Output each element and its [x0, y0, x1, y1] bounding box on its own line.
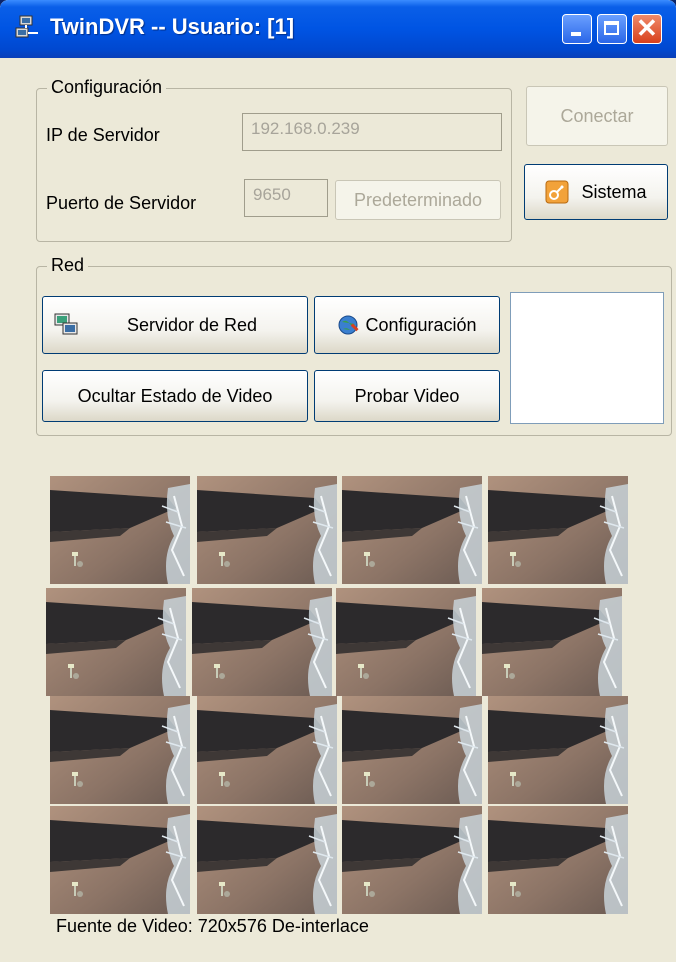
network-config-label: Configuración — [365, 314, 477, 335]
network-computer-icon — [15, 15, 38, 38]
camera-thumbnail[interactable] — [482, 588, 622, 696]
hide-video-status-button[interactable]: Ocultar Estado de Video — [42, 370, 308, 422]
camera-thumbnail[interactable] — [488, 476, 628, 584]
camera-thumbnail[interactable] — [342, 696, 482, 804]
video-source-status: Fuente de Video: 720x576 De-interlace — [56, 916, 369, 936]
camera-thumbnail[interactable] — [197, 476, 337, 584]
network-server-label: Servidor de Red — [126, 314, 258, 335]
system-button-label: Sistema — [581, 181, 647, 202]
key-icon — [545, 180, 569, 204]
maximize-button[interactable] — [597, 14, 627, 44]
test-video-button[interactable]: Probar Video — [314, 370, 500, 422]
app-window: TwinDVR -- Usuario: [1] ✕ Configuración … — [0, 0, 676, 962]
server-port-label: Puerto de Servidor — [46, 193, 197, 213]
minimize-icon — [571, 32, 581, 36]
camera-thumbnail[interactable] — [336, 588, 476, 696]
server-port-field[interactable]: 9650 — [244, 179, 328, 217]
camera-thumbnail[interactable] — [46, 588, 186, 696]
configuration-legend: Configuración — [47, 77, 167, 98]
close-button[interactable]: ✕ — [632, 13, 662, 44]
camera-thumbnail[interactable] — [50, 696, 190, 804]
camera-thumbnail[interactable] — [197, 806, 337, 914]
camera-thumbnail[interactable] — [342, 476, 482, 584]
connect-button[interactable]: Conectar — [526, 86, 668, 146]
close-icon: ✕ — [636, 13, 658, 43]
network-server-button[interactable]: Servidor de Red — [42, 296, 308, 354]
camera-thumbnail[interactable] — [50, 476, 190, 584]
network-server-icon — [54, 313, 78, 335]
network-config-button[interactable]: Configuración — [314, 296, 500, 354]
default-button[interactable]: Predeterminado — [335, 180, 501, 220]
server-ip-label: IP de Servidor — [46, 125, 160, 145]
camera-thumbnail[interactable] — [342, 806, 482, 914]
globe-tools-icon — [338, 315, 359, 335]
title-bar[interactable]: TwinDVR -- Usuario: [1] ✕ — [0, 0, 676, 58]
camera-thumbnail[interactable] — [197, 696, 337, 804]
network-legend: Red — [47, 255, 89, 276]
camera-thumbnail[interactable] — [50, 806, 190, 914]
camera-thumbnail[interactable] — [488, 696, 628, 804]
minimize-button[interactable] — [562, 14, 592, 44]
server-ip-field[interactable]: 192.168.0.239 — [242, 113, 502, 151]
maximize-icon — [604, 21, 619, 35]
window-title: TwinDVR -- Usuario: [1] — [50, 14, 295, 39]
system-button[interactable]: Sistema — [524, 164, 668, 220]
camera-thumbnail[interactable] — [192, 588, 332, 696]
video-preview-box — [510, 292, 664, 424]
camera-thumbnail[interactable] — [488, 806, 628, 914]
